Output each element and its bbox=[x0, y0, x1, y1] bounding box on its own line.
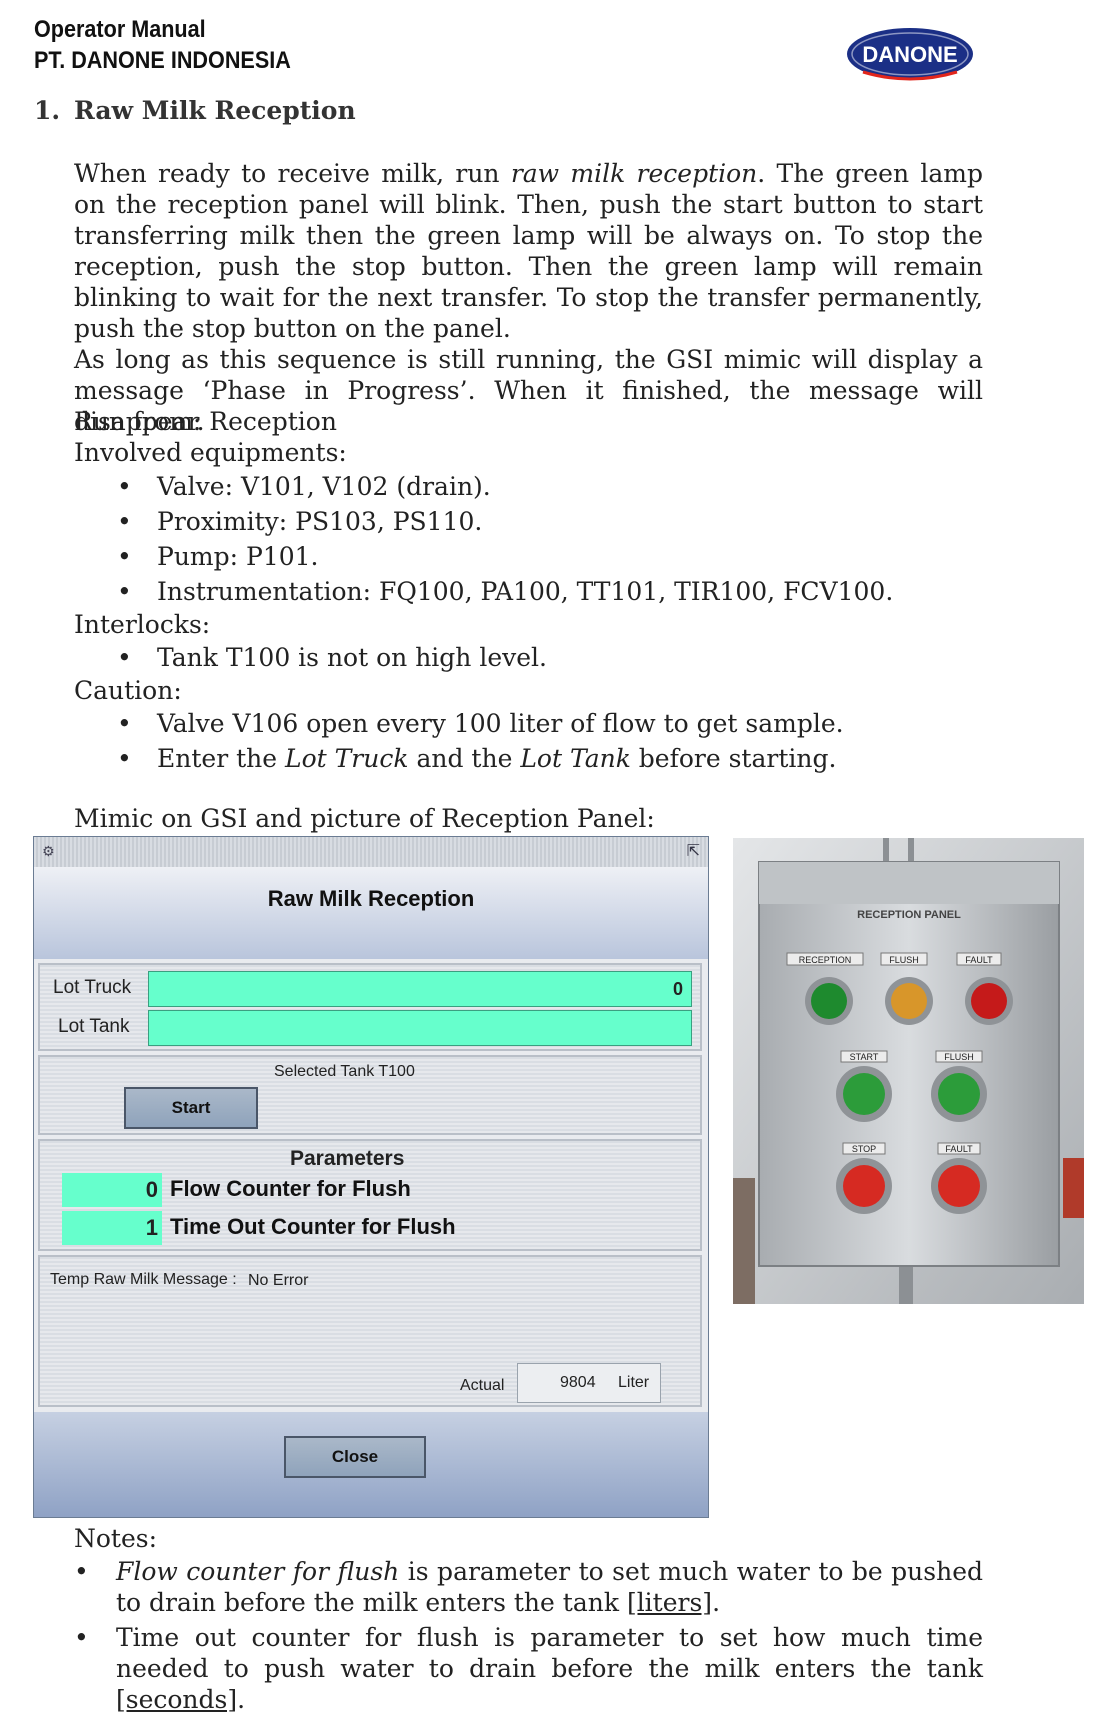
actual-label: Actual bbox=[460, 1377, 505, 1394]
involved-item: • Valve: V101, V102 (drain). bbox=[117, 472, 491, 501]
involved-item: • Proximity: PS103, PS110. bbox=[117, 507, 483, 536]
caution-label: Caution: bbox=[74, 676, 182, 705]
message-value: No Error bbox=[248, 1272, 309, 1289]
panel-lamp-labels: RECEPTION FLUSH FAULT bbox=[786, 952, 1002, 966]
flow-counter-label: Flow Counter for Flush bbox=[170, 1176, 411, 1201]
button-label: START bbox=[850, 1052, 879, 1062]
lot-panel: Lot Truck 0 Lot Tank bbox=[38, 963, 702, 1051]
button-label: FLUSH bbox=[944, 1052, 974, 1062]
danone-logo: DANONE bbox=[847, 28, 973, 81]
message-label: Temp Raw Milk Message : bbox=[50, 1271, 237, 1288]
intro-text: When ready to receive milk, run raw milk… bbox=[74, 158, 983, 437]
note-item: • Time out counter for flush is parameter… bbox=[74, 1623, 983, 1714]
actual-value: 9804 bbox=[560, 1374, 596, 1391]
caution-item: • Valve V106 open every 100 liter of flow… bbox=[117, 709, 844, 738]
interlocks-label: Interlocks: bbox=[74, 610, 211, 639]
fault-lamp bbox=[971, 983, 1007, 1019]
lot-tank-label: Lot Tank bbox=[58, 1016, 130, 1037]
parameters-heading: Parameters bbox=[290, 1147, 405, 1170]
selected-tank-panel: Selected Tank T100 Start bbox=[38, 1055, 702, 1135]
intro-paragraph-1: When ready to receive milk, run raw milk… bbox=[74, 159, 983, 343]
lot-truck-label: Lot Truck bbox=[53, 977, 132, 998]
gsi-mimic-window: ⚙ ⇱ Raw Milk Reception Lot Truck 0 Lot T… bbox=[33, 836, 709, 1518]
flow-counter-input[interactable]: 0 bbox=[62, 1173, 162, 1207]
flush-lamp bbox=[891, 983, 927, 1019]
lot-truck-input[interactable]: 0 bbox=[148, 971, 692, 1007]
run-from: Run from: Reception bbox=[74, 407, 337, 436]
window-footer: Close bbox=[34, 1412, 708, 1517]
app-icon: ⚙ bbox=[42, 844, 55, 860]
company-name: PT. DANONE INDONESIA bbox=[34, 47, 291, 74]
lamp-label: RECEPTION bbox=[799, 955, 852, 965]
message-panel: Temp Raw Milk Message : No Error Actual … bbox=[38, 1255, 702, 1407]
parameters-panel: Parameters 0 Flow Counter for Flush 1 Ti… bbox=[38, 1139, 702, 1251]
caution-item: • Enter the Lot Truck and the Lot Tank be… bbox=[117, 744, 837, 773]
timeout-counter-input[interactable]: 1 bbox=[62, 1211, 162, 1245]
involved-item: • Pump: P101. bbox=[117, 542, 319, 571]
manual-title: Operator Manual bbox=[34, 16, 206, 43]
logo-text: DANONE bbox=[862, 42, 957, 67]
lamp-label: FLUSH bbox=[889, 955, 919, 965]
note-item: • Flow counter for flush is parameter to … bbox=[74, 1557, 984, 1617]
close-button[interactable]: Close bbox=[284, 1436, 426, 1478]
section-heading: 1. Raw Milk Reception bbox=[34, 96, 356, 125]
interlock-item: • Tank T100 is not on high level. bbox=[117, 643, 547, 672]
selected-tank-text: Selected Tank T100 bbox=[274, 1063, 415, 1080]
reception-panel-photo: RECEPTION PANEL RECEPTION FLUSH FAULT ST… bbox=[733, 838, 1084, 1304]
timeout-counter-label: Time Out Counter for Flush bbox=[170, 1214, 456, 1239]
lamp-label: FAULT bbox=[965, 955, 993, 965]
button-label: STOP bbox=[852, 1144, 876, 1154]
button-label: FAULT bbox=[945, 1144, 973, 1154]
stop-push-button bbox=[843, 1165, 885, 1207]
notes-label: Notes: bbox=[74, 1524, 158, 1553]
gsi-title: Raw Milk Reception bbox=[34, 867, 708, 959]
maximize-icon[interactable]: ⇱ bbox=[687, 841, 700, 860]
flush-push-button bbox=[938, 1073, 980, 1115]
window-titlebar[interactable]: ⚙ ⇱ bbox=[34, 837, 708, 868]
reception-lamp bbox=[811, 983, 847, 1019]
start-push-button bbox=[843, 1073, 885, 1115]
start-button[interactable]: Start bbox=[124, 1087, 258, 1129]
involved-label: Involved equipments: bbox=[74, 438, 347, 467]
section-number: 1. bbox=[34, 96, 61, 125]
actual-unit: Liter bbox=[618, 1374, 650, 1391]
panel-title: RECEPTION PANEL bbox=[857, 909, 961, 921]
fault-push-button bbox=[938, 1165, 980, 1207]
actual-display: 9804 Liter bbox=[517, 1363, 661, 1403]
involved-item: • Instrumentation: FQ100, PA100, TT101, T… bbox=[117, 577, 894, 606]
mimic-caption: Mimic on GSI and picture of Reception Pa… bbox=[74, 804, 655, 833]
lot-tank-input[interactable] bbox=[148, 1010, 692, 1046]
section-title: Raw Milk Reception bbox=[74, 96, 356, 125]
